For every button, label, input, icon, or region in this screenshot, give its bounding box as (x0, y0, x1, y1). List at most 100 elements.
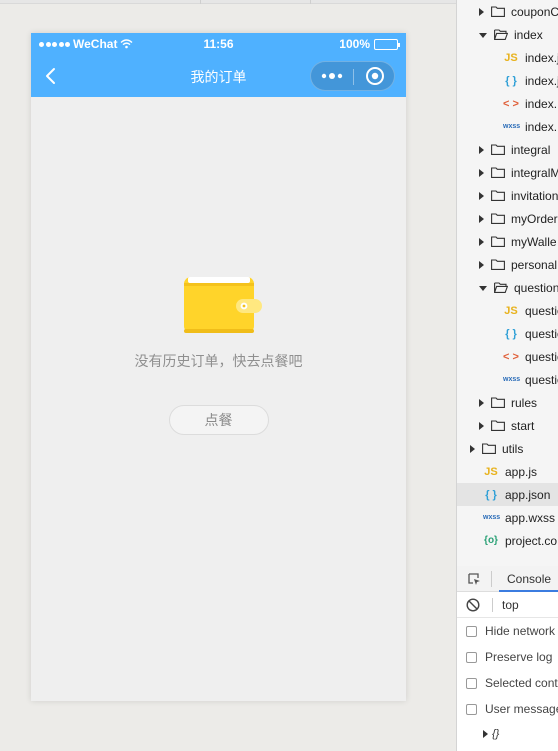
status-bar: WeChat 11:56 100% (31, 33, 406, 55)
tree-label: index. (525, 96, 558, 111)
tree-label: question (514, 280, 558, 295)
expand-arrow-icon[interactable] (479, 421, 484, 430)
wxss-file-icon: wxss (503, 376, 521, 383)
tree-label: utils (502, 441, 524, 456)
option-label: Preserve log (485, 650, 553, 664)
file-tree-panel: couponC index JS index.j { } index.j < > index.… (456, 0, 558, 566)
collapse-arrow-icon[interactable] (479, 33, 487, 38)
folder-open-icon (494, 282, 508, 293)
console-filter-row: top (457, 592, 558, 618)
toolbar-separator (310, 0, 311, 4)
tab-console[interactable]: Console (499, 566, 558, 592)
tree-file[interactable]: JS app.js (457, 460, 558, 483)
tree-label: myWalle (511, 234, 557, 249)
collapse-arrow-icon[interactable] (479, 286, 487, 291)
tree-folder-index[interactable]: index (457, 23, 558, 46)
option-user-messages[interactable]: User messages (457, 696, 558, 722)
tree-folder-couponc[interactable]: couponC (457, 0, 558, 23)
tree-folder-invitation[interactable]: invitation (457, 184, 558, 207)
option-selected-context[interactable]: Selected conte (457, 670, 558, 696)
tree-folder-integralm[interactable]: integralM (457, 161, 558, 184)
tree-file[interactable]: < > index. (457, 92, 558, 115)
tree-label: couponC (511, 4, 558, 19)
checkbox[interactable] (466, 703, 477, 715)
top-toolbar-strip (0, 0, 456, 4)
expand-arrow-icon[interactable] (479, 237, 484, 246)
tree-label: index.j (525, 50, 558, 65)
tree-label: integral (511, 142, 551, 157)
navigation-bar: 我的订单 (31, 55, 406, 97)
checkbox[interactable] (466, 625, 477, 637)
tree-folder-mywalle[interactable]: myWalle (457, 230, 558, 253)
option-label: Hide network (485, 624, 556, 638)
expand-arrow-icon[interactable] (479, 191, 484, 200)
expand-arrow-icon[interactable] (479, 168, 484, 177)
tree-file[interactable]: JS index.j (457, 46, 558, 69)
folder-icon (491, 144, 505, 155)
battery-percent: 100% (339, 37, 370, 51)
wxss-file-icon: wxss (483, 514, 501, 521)
json-file-icon: { } (505, 327, 517, 340)
checkbox[interactable] (466, 677, 477, 689)
tree-file[interactable]: JS questio (457, 299, 558, 322)
clear-console-icon[interactable] (466, 598, 480, 612)
expand-arrow-icon[interactable] (479, 7, 484, 16)
tree-folder-integral[interactable]: integral (457, 138, 558, 161)
tree-file[interactable]: wxss index. (457, 115, 558, 138)
tree-file[interactable]: {o} project.co (457, 529, 558, 552)
tree-file[interactable]: { } app.json (457, 483, 558, 506)
console-object-entry[interactable]: {} (483, 728, 499, 740)
tree-file[interactable]: { } index.j (457, 69, 558, 92)
tree-label: start (511, 418, 535, 433)
close-miniprogram-button[interactable] (354, 62, 395, 90)
expand-arrow-icon[interactable] (479, 398, 484, 407)
tree-file[interactable]: < > questio (457, 345, 558, 368)
tree-file[interactable]: wxss app.wxss (457, 506, 558, 529)
tree-label: integralM (511, 165, 558, 180)
folder-icon (482, 443, 496, 454)
checkbox[interactable] (466, 651, 477, 663)
tree-folder-rules[interactable]: rules (457, 391, 558, 414)
config-file-icon: {o} (484, 535, 498, 546)
tree-folder-personal[interactable]: personal (457, 253, 558, 276)
expand-arrow-icon[interactable] (479, 214, 484, 223)
order-food-button[interactable]: 点餐 (168, 405, 269, 435)
js-file-icon: JS (484, 465, 498, 478)
tree-folder-myorder[interactable]: myOrder (457, 207, 558, 230)
object-preview: {} (492, 728, 500, 740)
folder-icon (491, 6, 505, 17)
status-right: 100% (339, 37, 400, 51)
tree-label: myOrder (511, 211, 558, 226)
toolbar-separator (200, 0, 201, 4)
wallet-icon (183, 277, 262, 333)
folder-icon (491, 190, 505, 201)
tab-separator (491, 571, 492, 587)
inspect-element-icon[interactable] (467, 572, 481, 586)
empty-message: 没有历史订单，快去点餐吧 (134, 353, 303, 369)
console-panel: Console top Hide network Preserve log Se… (456, 566, 558, 751)
tree-label: index (514, 27, 543, 42)
tree-file[interactable]: { } questio (457, 322, 558, 345)
folder-icon (491, 420, 505, 431)
tree-label: app.wxss (505, 510, 556, 525)
option-preserve-log[interactable]: Preserve log (457, 644, 558, 670)
console-tab-bar: Console (457, 566, 558, 592)
wxml-file-icon: < > (503, 97, 519, 110)
expand-arrow-icon[interactable] (483, 730, 488, 738)
tree-label: questio (525, 303, 558, 318)
js-file-icon: JS (504, 51, 518, 64)
tree-label: questio (525, 349, 558, 364)
close-circle-icon (365, 67, 384, 85)
tree-folder-start[interactable]: start (457, 414, 558, 437)
tree-label: app.json (505, 487, 551, 502)
more-options-button[interactable] (311, 62, 353, 90)
tree-folder-question[interactable]: question (457, 276, 558, 299)
expand-arrow-icon[interactable] (470, 444, 475, 453)
empty-orders-state: 没有历史订单，快去点餐吧 点餐 (31, 273, 406, 435)
expand-arrow-icon[interactable] (479, 145, 484, 154)
tree-file[interactable]: wxss questio (457, 368, 558, 391)
context-selector[interactable]: top (502, 598, 519, 612)
expand-arrow-icon[interactable] (479, 260, 484, 269)
tree-folder-utils[interactable]: utils (457, 437, 558, 460)
option-hide-network[interactable]: Hide network (457, 618, 558, 644)
